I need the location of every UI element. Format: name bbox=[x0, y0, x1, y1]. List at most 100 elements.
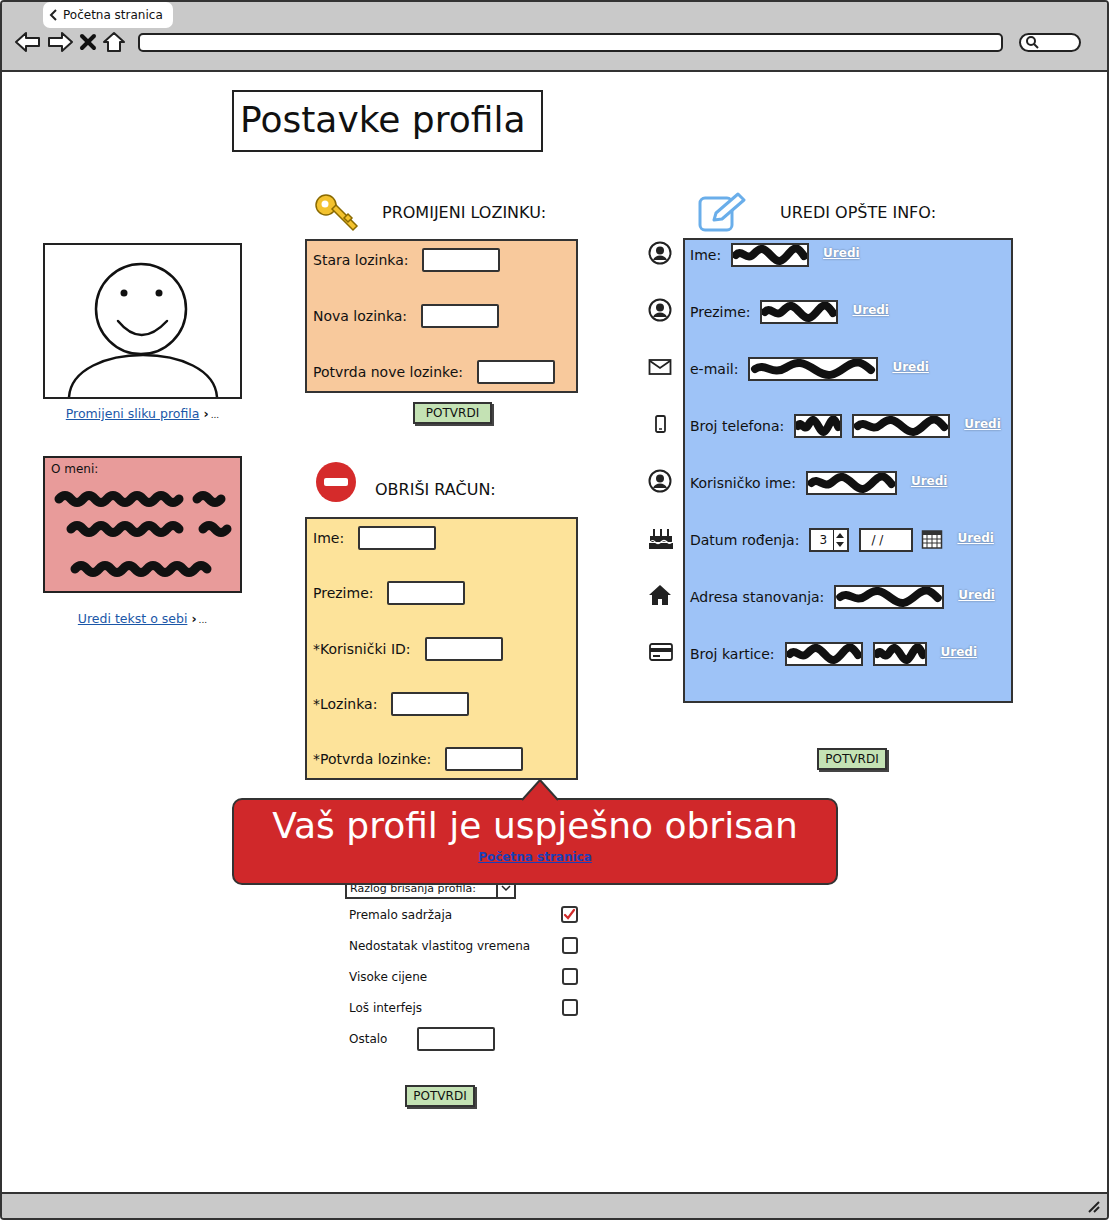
info-label: Broj telefona: bbox=[690, 414, 784, 438]
magnifier-icon bbox=[1025, 35, 1039, 49]
stop-x-icon[interactable] bbox=[78, 30, 98, 54]
other-reason-input[interactable] bbox=[417, 1027, 495, 1051]
redacted-field[interactable] bbox=[748, 357, 878, 381]
envelope-icon bbox=[648, 355, 672, 379]
browser-status-bar bbox=[2, 1192, 1107, 1218]
info-label: Adresa stanovanja: bbox=[690, 585, 824, 609]
navigation-row bbox=[2, 30, 1107, 54]
reason-label: Nedostatak vlastitog vremena bbox=[349, 939, 562, 953]
reason-row: Visoke cijene bbox=[349, 961, 578, 992]
redacted-value-icon bbox=[787, 644, 861, 664]
delete-account-title: OBRIŠI RAČUN: bbox=[375, 480, 496, 499]
other-reason-row: Ostalo bbox=[349, 1023, 578, 1054]
delete-account-heading: OBRIŠI RAČUN: bbox=[305, 457, 578, 507]
browser-window: Početna stranica Postavke profila Promijen… bbox=[0, 0, 1109, 1220]
redacted-field[interactable] bbox=[834, 585, 944, 609]
text-input[interactable] bbox=[387, 581, 465, 605]
info-row: Prezime:Uredi bbox=[690, 297, 1011, 354]
edit-link[interactable]: Uredi bbox=[823, 243, 860, 263]
edit-link[interactable]: Uredi bbox=[957, 528, 994, 548]
edit-link[interactable]: Uredi bbox=[852, 300, 889, 320]
change-picture-label[interactable]: Promijeni sliku profila bbox=[66, 406, 200, 421]
icon-cell bbox=[648, 409, 683, 466]
chevron-left-icon bbox=[49, 9, 59, 21]
redacted-field[interactable] bbox=[760, 300, 838, 324]
smiley-avatar-icon bbox=[45, 245, 240, 397]
confirm-info-button[interactable]: POTVRDI bbox=[817, 748, 887, 770]
edit-link[interactable]: Uredi bbox=[958, 585, 995, 605]
button-row: POTVRDI bbox=[305, 1085, 578, 1107]
button-row: POTVRDI bbox=[305, 402, 578, 424]
password-input[interactable] bbox=[421, 304, 499, 328]
redacted-value-icon bbox=[836, 587, 942, 607]
forward-arrow-icon[interactable] bbox=[46, 30, 74, 54]
info-label: Datum rođenja: bbox=[690, 528, 799, 552]
password-input[interactable] bbox=[422, 248, 500, 272]
redacted-field[interactable] bbox=[806, 471, 897, 495]
info-row: Adresa stanovanja: Uredi bbox=[690, 582, 1011, 639]
change-picture-link[interactable]: Promijeni sliku profila›... bbox=[43, 406, 242, 423]
redacted-value-icon bbox=[762, 302, 836, 322]
form-row: Ime: bbox=[313, 524, 570, 552]
info-row: Broj telefona: Uredi bbox=[690, 411, 1011, 468]
link-ellipsis: ... bbox=[211, 410, 220, 420]
info-icon-column bbox=[648, 238, 683, 703]
page-title: Postavke profila bbox=[232, 90, 543, 152]
home-tab[interactable]: Početna stranica bbox=[43, 2, 173, 28]
edit-link[interactable]: Uredi bbox=[892, 357, 929, 377]
edit-about-label[interactable]: Uredi tekst o sebi bbox=[78, 611, 188, 626]
edit-link[interactable]: Uredi bbox=[911, 471, 948, 491]
icon-cell bbox=[648, 523, 683, 580]
profile-column: Promijeni sliku profila›...O meni:Uredi … bbox=[43, 243, 242, 628]
redacted-field[interactable] bbox=[731, 243, 809, 267]
back-arrow-icon[interactable] bbox=[14, 30, 42, 54]
redacted-value-icon bbox=[875, 644, 925, 664]
edit-link[interactable]: Uredi bbox=[941, 642, 978, 662]
day-spinner[interactable]: 3 bbox=[809, 528, 849, 552]
phone-icon bbox=[648, 412, 672, 436]
icon-cell bbox=[648, 238, 683, 295]
page-content: Postavke profila Promijeni sliku profila›… bbox=[2, 72, 1107, 1192]
redacted-field[interactable] bbox=[852, 414, 950, 438]
search-field[interactable] bbox=[1019, 33, 1081, 52]
icon-cell bbox=[648, 295, 683, 352]
edit-about-link[interactable]: Uredi tekst o sebi›... bbox=[43, 611, 242, 628]
reason-checkbox[interactable] bbox=[562, 968, 578, 985]
edit-link[interactable]: Uredi bbox=[964, 414, 1001, 434]
text-input[interactable] bbox=[391, 692, 469, 716]
reason-label: Loš interfejs bbox=[349, 1001, 562, 1015]
reason-checkbox[interactable] bbox=[562, 937, 578, 954]
icon-cell bbox=[648, 637, 683, 694]
home-page-link[interactable]: Početna stranica bbox=[242, 850, 828, 864]
redacted-field[interactable] bbox=[785, 642, 863, 666]
reason-label: Visoke cijene bbox=[349, 970, 562, 984]
text-input[interactable] bbox=[445, 747, 523, 771]
resize-grip-icon[interactable] bbox=[1085, 1198, 1101, 1214]
person-icon bbox=[648, 241, 672, 265]
date-field[interactable]: / / bbox=[859, 528, 913, 552]
text-input[interactable] bbox=[358, 526, 436, 550]
settings-columns: Promijeni sliku profila›...O meni:Uredi … bbox=[43, 187, 1107, 1107]
reason-label: Premalo sadržaja bbox=[349, 908, 561, 922]
reason-checkbox[interactable] bbox=[562, 999, 578, 1016]
home-icon[interactable] bbox=[102, 30, 126, 54]
toast-pointer-icon bbox=[522, 779, 558, 801]
text-input[interactable] bbox=[425, 637, 503, 661]
redacted-field[interactable] bbox=[873, 642, 927, 666]
person-icon bbox=[648, 469, 672, 493]
icon-cell bbox=[648, 466, 683, 523]
password-input[interactable] bbox=[477, 360, 555, 384]
confirm-delete-button[interactable]: POTVRDI bbox=[405, 1085, 475, 1107]
address-bar[interactable] bbox=[138, 33, 1003, 52]
confirm-button[interactable]: POTVRDI bbox=[413, 402, 492, 424]
reason-row: Nedostatak vlastitog vremena bbox=[349, 930, 578, 961]
reason-checkbox[interactable] bbox=[561, 906, 578, 923]
form-row: Potvrda nove lozinke: bbox=[313, 358, 570, 386]
redacted-field[interactable] bbox=[794, 414, 842, 438]
account-column: PROMIJENI LOZINKU:Stara lozinka:Nova loz… bbox=[305, 187, 578, 1107]
redacted-value-icon bbox=[733, 245, 807, 265]
redacted-text-icon bbox=[45, 477, 240, 587]
calendar-icon[interactable] bbox=[921, 528, 943, 550]
key-icon bbox=[313, 192, 359, 232]
form-row: Prezime: bbox=[313, 579, 570, 607]
